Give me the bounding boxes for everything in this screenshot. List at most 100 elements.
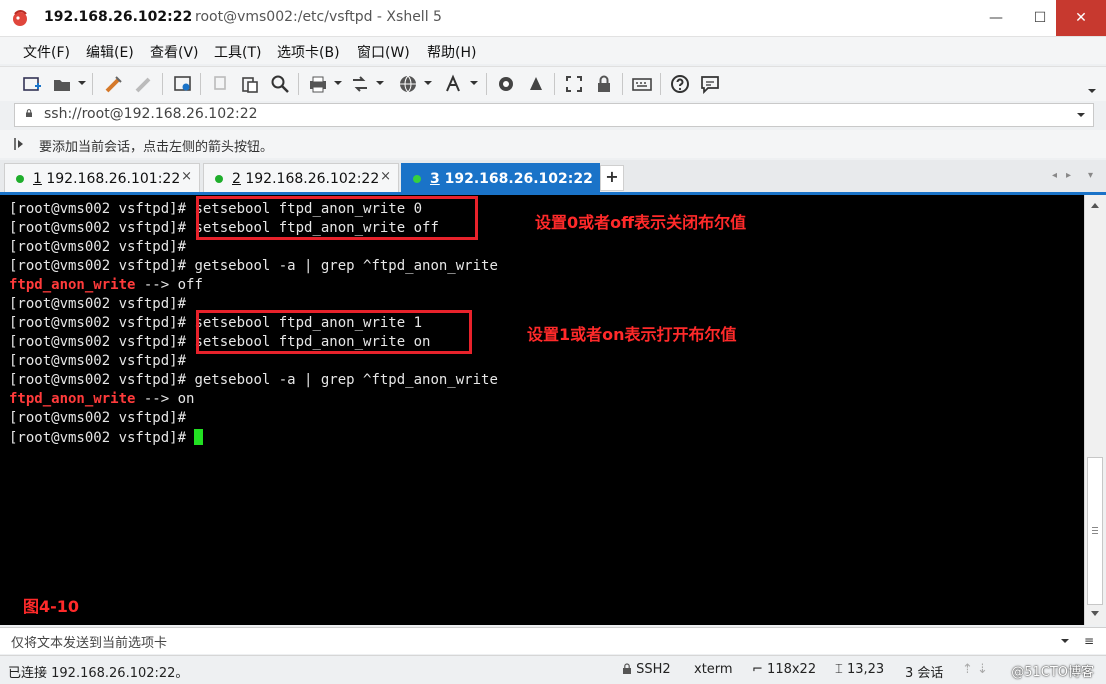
- terminal-line: [root@vms002 vsftpd]# getsebool -a | gre…: [9, 258, 498, 274]
- compose-bar[interactable]: 仅将文本发送到当前选项卡 ≡: [0, 627, 1106, 654]
- compose-menu-icon[interactable]: ≡: [1084, 634, 1094, 648]
- menu-help[interactable]: 帮助(H): [427, 42, 476, 62]
- copy-icon[interactable]: [211, 74, 231, 94]
- toolbar-separator: [660, 73, 661, 95]
- terminal-line: [root@vms002 vsftpd]# getsebool -a | gre…: [9, 372, 498, 388]
- tab-label: 192.168.26.102:22: [240, 171, 380, 187]
- annotation-on: 设置1或者on表示打开布尔值: [527, 325, 737, 344]
- tab-session-1[interactable]: 1 192.168.26.101:22 ×: [4, 163, 200, 193]
- status-dot: [413, 175, 421, 183]
- print-icon[interactable]: [308, 74, 328, 94]
- terminal-line: ftpd_anon_write --> on: [9, 391, 195, 407]
- close-button[interactable]: ✕: [1056, 0, 1106, 36]
- help-icon[interactable]: [670, 74, 690, 94]
- terminal-output[interactable]: [root@vms002 vsftpd]# setsebool ftpd_ano…: [0, 195, 1084, 625]
- chevron-down-icon[interactable]: [424, 81, 432, 85]
- font-icon[interactable]: [444, 74, 464, 94]
- terminal-line: ftpd_anon_write --> off: [9, 277, 203, 293]
- transfer-icon[interactable]: [350, 74, 370, 94]
- terminal-line: [root@vms002 vsftpd]#: [9, 410, 187, 426]
- scroll-thumb[interactable]: [1087, 457, 1103, 605]
- scroll-down-icon[interactable]: [1091, 611, 1099, 616]
- new-session-icon[interactable]: [22, 74, 42, 94]
- highlight-box-on: [196, 310, 472, 354]
- paste-icon[interactable]: [240, 74, 260, 94]
- terminal-line: [root@vms002 vsftpd]#: [9, 353, 187, 369]
- title-bar: 192.168.26.102:22 root@vms002:/etc/vsftp…: [0, 0, 1106, 37]
- status-protocol: SSH2: [636, 662, 671, 677]
- toolbar-separator: [554, 73, 555, 95]
- menu-view[interactable]: 查看(V): [150, 42, 199, 62]
- globe-icon[interactable]: [398, 74, 418, 94]
- toolbar: [0, 66, 1106, 101]
- chevron-down-icon[interactable]: [78, 81, 86, 85]
- lock-icon: [26, 109, 32, 117]
- tab-number: 3: [430, 171, 440, 187]
- toolbar-separator: [622, 73, 623, 95]
- terminal-line: [root@vms002 vsftpd]#: [9, 239, 187, 255]
- xftp-icon[interactable]: [496, 74, 516, 94]
- cursor-position-icon: ⌶: [835, 662, 843, 677]
- xshell-logo-icon: [13, 10, 27, 26]
- add-tab-button[interactable]: +: [600, 165, 624, 191]
- tab-strip: 1 192.168.26.101:22 × 2 192.168.26.102:2…: [0, 160, 1106, 194]
- chevron-down-icon[interactable]: [1061, 639, 1069, 643]
- scroll-up-icon[interactable]: [1091, 203, 1099, 208]
- status-dot: [215, 175, 223, 183]
- toolbar-separator: [200, 73, 201, 95]
- tab-scroll-left-icon[interactable]: ◂: [1052, 170, 1057, 181]
- lock-icon: [623, 663, 631, 674]
- find-icon[interactable]: [270, 74, 290, 94]
- toolbar-overflow-icon[interactable]: [1088, 89, 1096, 93]
- chevron-down-icon[interactable]: [470, 81, 478, 85]
- open-folder-icon[interactable]: [52, 74, 72, 94]
- status-sessions: 3 会话: [905, 666, 944, 681]
- terminal-scrollbar[interactable]: [1084, 195, 1105, 625]
- tab-label: 192.168.26.101:22: [41, 171, 181, 187]
- session-nav-icon[interactable]: ⇡ ⇣: [962, 662, 988, 677]
- tab-session-2[interactable]: 2 192.168.26.102:22 ×: [203, 163, 399, 193]
- terminal-line: [root@vms002 vsftpd]#: [9, 429, 204, 446]
- close-icon[interactable]: ×: [181, 169, 192, 184]
- chevron-down-icon[interactable]: [1077, 113, 1085, 117]
- toolbar-separator: [92, 73, 93, 95]
- lock-icon[interactable]: [594, 74, 614, 94]
- bookmark-arrow-icon[interactable]: [12, 137, 26, 151]
- menu-edit[interactable]: 编辑(E): [86, 42, 134, 62]
- fullscreen-icon[interactable]: [564, 74, 584, 94]
- properties-icon[interactable]: [173, 74, 193, 94]
- chevron-down-icon[interactable]: [334, 81, 342, 85]
- menu-tools[interactable]: 工具(T): [214, 42, 261, 62]
- compose-input[interactable]: 仅将文本发送到当前选项卡: [11, 632, 167, 651]
- address-input[interactable]: ssh://root@192.168.26.102:22: [44, 106, 258, 122]
- toolbar-separator: [162, 73, 163, 95]
- terminal-cursor: [194, 429, 204, 445]
- xmanager-icon[interactable]: [526, 74, 546, 94]
- tab-number: 2: [232, 171, 241, 187]
- chat-icon[interactable]: [700, 74, 720, 94]
- status-dot: [16, 175, 24, 183]
- tab-list-icon[interactable]: ▾: [1088, 170, 1093, 181]
- toolbar-separator: [298, 73, 299, 95]
- menu-bar: 文件(F) 编辑(E) 查看(V) 工具(T) 选项卡(B) 窗口(W) 帮助(…: [0, 37, 1106, 64]
- minimize-button[interactable]: —: [974, 0, 1018, 36]
- tab-number: 1: [33, 171, 42, 187]
- menu-tabs[interactable]: 选项卡(B): [277, 42, 340, 62]
- tab-session-3[interactable]: 3 192.168.26.102:22: [401, 163, 600, 193]
- tab-label: 192.168.26.102:22: [439, 171, 593, 187]
- window-title-host: 192.168.26.102:22: [44, 9, 193, 25]
- figure-label: 图4-10: [23, 597, 80, 616]
- disconnect-icon[interactable]: [134, 74, 154, 94]
- hint-text: 要添加当前会话，点击左侧的箭头按钮。: [39, 140, 274, 155]
- menu-window[interactable]: 窗口(W): [357, 42, 410, 62]
- status-connection: 已连接 192.168.26.102:22。: [8, 666, 189, 681]
- resize-icon: ⌐: [752, 662, 763, 677]
- chevron-down-icon[interactable]: [376, 81, 384, 85]
- menu-file[interactable]: 文件(F): [23, 42, 70, 62]
- keyboard-icon[interactable]: [632, 74, 652, 94]
- tab-scroll-right-icon[interactable]: ▸: [1066, 170, 1071, 181]
- connect-icon[interactable]: [104, 74, 124, 94]
- status-terminal-type: xterm: [694, 662, 733, 677]
- address-bar[interactable]: ssh://root@192.168.26.102:22: [14, 103, 1094, 127]
- close-icon[interactable]: ×: [380, 169, 391, 184]
